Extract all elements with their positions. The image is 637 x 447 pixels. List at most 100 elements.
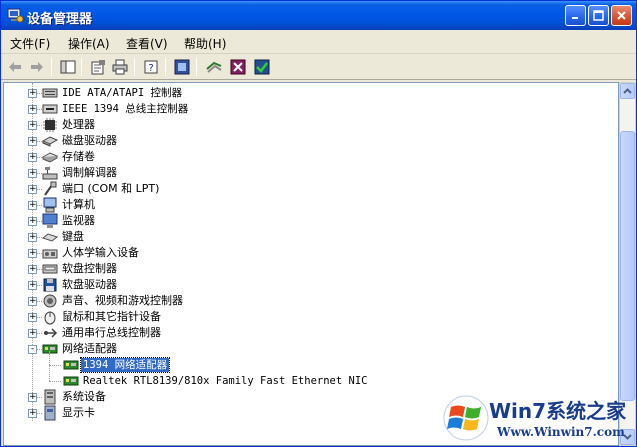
expand-icon[interactable]: + [28, 393, 37, 402]
tree-category-item[interactable]: + 调制解调器 [4, 165, 604, 181]
category-label: 显示卡 [62, 406, 95, 419]
properties-button[interactable] [89, 58, 107, 76]
expand-icon[interactable]: + [28, 185, 37, 194]
watermark-url: Www.Winwin7.com [497, 425, 625, 439]
category-label: 网络适配器 [62, 342, 117, 355]
category-label: 声音、视频和游戏控制器 [62, 294, 183, 307]
expand-icon[interactable]: + [28, 89, 37, 98]
category-label: 软盘驱动器 [62, 278, 117, 291]
expand-icon[interactable]: + [28, 409, 37, 418]
device-label: Realtek RTL8139/810x Family Fast Etherne… [83, 375, 368, 387]
tree-category-item[interactable]: + 软盘驱动器 [4, 277, 604, 293]
tree-child-connector-line [49, 351, 50, 381]
tree-category-item[interactable]: + 计算机 [4, 197, 604, 213]
category-label: 键盘 [62, 230, 84, 243]
category-label: 计算机 [62, 198, 95, 211]
tree-category-item[interactable]: + 存储卷 [4, 149, 604, 165]
tree-category-item[interactable]: + 监视器 [4, 213, 604, 229]
expand-icon[interactable]: + [28, 281, 37, 290]
expand-icon[interactable]: + [28, 233, 37, 242]
tree-branch-line [49, 381, 61, 382]
tree-category-item[interactable]: + 软盘控制器 [4, 261, 604, 277]
expand-icon[interactable]: + [28, 329, 37, 338]
tree-category-item[interactable]: + 鼠标和其它指针设备 [4, 309, 604, 325]
scroll-thumb[interactable] [620, 131, 635, 401]
computer-icon [43, 197, 57, 213]
expand-icon[interactable]: + [28, 297, 37, 306]
expand-icon[interactable]: + [28, 169, 37, 178]
toolbar: ? [1, 54, 636, 80]
watermark-text: Win7系统之家 [489, 399, 627, 423]
show-hide-tree-button[interactable] [59, 58, 77, 76]
close-button[interactable] [611, 5, 632, 26]
toolbar-separator [165, 58, 166, 76]
print-button[interactable] [111, 58, 129, 76]
expand-icon[interactable]: + [28, 217, 37, 226]
tree-child-item[interactable]: Realtek RTL8139/810x Family Fast Etherne… [4, 373, 604, 389]
network-card-icon [63, 360, 79, 370]
console-tree-icon [60, 60, 76, 74]
tree-category-item[interactable]: + IDE ATA/ATAPI 控制器 [4, 85, 604, 101]
category-label: 人体学输入设备 [62, 246, 139, 259]
toolbar-separator [134, 58, 135, 76]
tree-category-item[interactable]: + 通用串行总线控制器 [4, 325, 604, 341]
tree-category-item[interactable]: + 处理器 [4, 117, 604, 133]
hid-icon [42, 249, 58, 259]
device-manager-window: 设备管理器 文件(F) 操作(A) 查看(V) 帮助(H) ? + IDE AT… [0, 0, 637, 447]
floppy-drive-icon [43, 278, 57, 292]
expand-icon[interactable]: + [28, 265, 37, 274]
network-card-icon [63, 376, 79, 386]
expand-icon[interactable]: + [28, 313, 37, 322]
back-button[interactable] [6, 58, 24, 76]
collapse-icon[interactable]: - [28, 345, 37, 354]
properties-icon [91, 60, 105, 75]
toolbar-separator [51, 58, 52, 76]
title-bar[interactable]: 设备管理器 [1, 1, 636, 30]
enable-device-button[interactable] [253, 58, 271, 76]
window-title: 设备管理器 [27, 12, 93, 27]
svg-text:?: ? [148, 63, 153, 74]
category-label: 调制解调器 [62, 166, 117, 179]
toolbar-separator [81, 58, 82, 76]
floppy-controller-icon [42, 264, 58, 274]
minimize-button[interactable] [565, 5, 586, 26]
enable-device-icon [254, 59, 270, 75]
menu-help[interactable]: 帮助(H) [184, 35, 226, 52]
disable-device-icon [230, 59, 246, 75]
tree-category-item[interactable]: - 网络适配器 [4, 341, 604, 357]
ide-controller-icon [42, 88, 58, 98]
tree-child-item[interactable]: 1394 网络适配器 [4, 357, 604, 373]
help-button[interactable]: ? [142, 58, 160, 76]
update-driver-button[interactable] [205, 58, 223, 76]
tree-category-item[interactable]: + 磁盘驱动器 [4, 133, 604, 149]
tree-branch-line [49, 365, 61, 366]
category-label: 系统设备 [62, 390, 106, 403]
arrow-right-icon [31, 62, 43, 72]
expand-icon[interactable]: + [28, 201, 37, 210]
system-device-icon [44, 389, 56, 405]
menu-file[interactable]: 文件(F) [10, 35, 50, 52]
menu-view[interactable]: 查看(V) [126, 35, 168, 52]
scan-hardware-button[interactable] [173, 58, 191, 76]
expand-icon[interactable]: + [28, 153, 37, 162]
maximize-icon [593, 10, 604, 21]
forward-button[interactable] [28, 58, 46, 76]
tree-category-item[interactable]: + 声音、视频和游戏控制器 [4, 293, 604, 309]
menu-action[interactable]: 操作(A) [68, 35, 110, 52]
scan-hardware-icon [174, 59, 190, 75]
expand-icon[interactable]: + [28, 105, 37, 114]
category-label: 监视器 [62, 214, 95, 227]
watermark-logo: Win7系统之家 Www.Winwin7.com [439, 391, 635, 446]
expand-icon[interactable]: + [28, 249, 37, 258]
expand-icon[interactable]: + [28, 121, 37, 130]
disable-device-button[interactable] [229, 58, 247, 76]
tree-category-item[interactable]: + 键盘 [4, 229, 604, 245]
category-label: IEEE 1394 总线主控制器 [62, 103, 189, 115]
scroll-up-button[interactable] [620, 83, 635, 99]
expand-icon[interactable]: + [28, 137, 37, 146]
tree-category-item[interactable]: + 端口 (COM 和 LPT) [4, 181, 604, 197]
processor-icon [43, 118, 57, 132]
tree-category-item[interactable]: + 人体学输入设备 [4, 245, 604, 261]
tree-category-item[interactable]: + IEEE 1394 总线主控制器 [4, 101, 604, 117]
maximize-button[interactable] [588, 5, 609, 26]
